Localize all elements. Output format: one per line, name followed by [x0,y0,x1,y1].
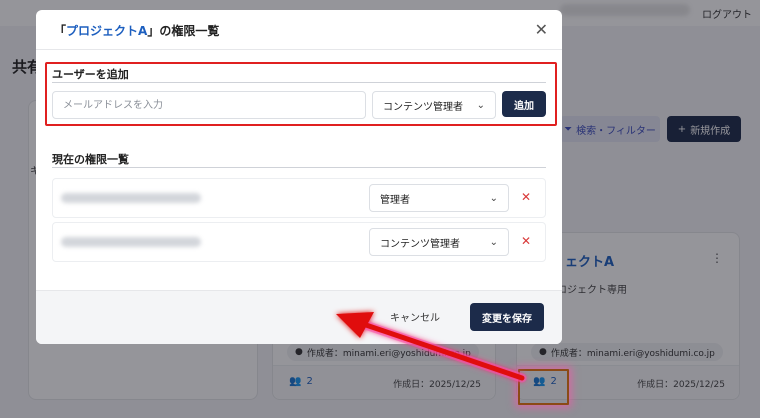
annotation-arrow [336,312,527,383]
